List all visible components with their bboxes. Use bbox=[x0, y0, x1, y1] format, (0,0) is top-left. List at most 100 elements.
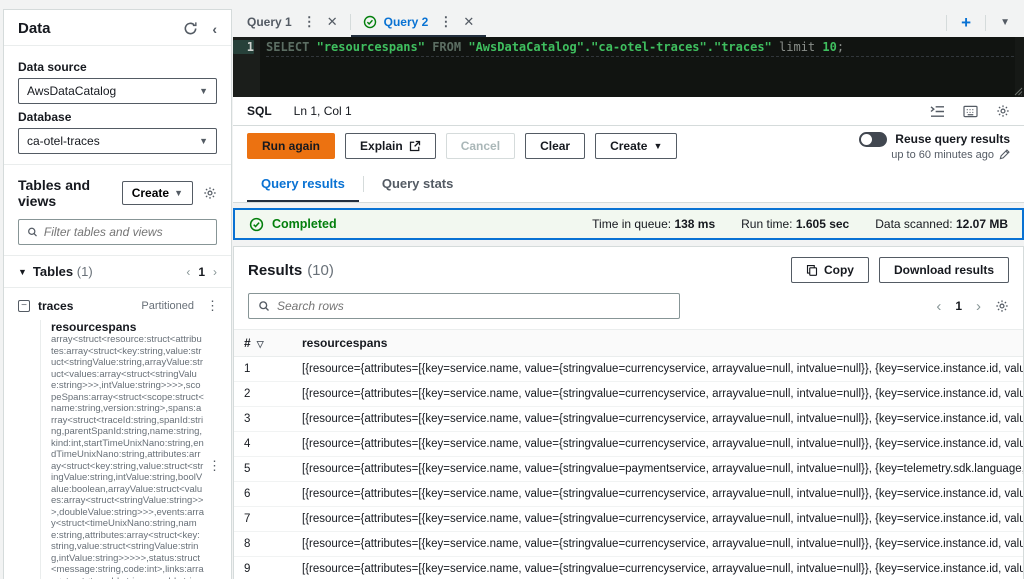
close-icon[interactable]: ✕ bbox=[327, 14, 338, 30]
clear-button[interactable]: Clear bbox=[525, 133, 586, 159]
table-row[interactable]: 2 [{resource={attributes=[{key=service.na… bbox=[234, 381, 1023, 407]
chevron-down-icon: ▼ bbox=[174, 188, 183, 198]
create-button[interactable]: Create ▼ bbox=[595, 133, 678, 159]
tab-list-dropdown-icon[interactable]: ▼ bbox=[986, 17, 1024, 28]
column-header-resourcespans[interactable]: resourcespans bbox=[292, 329, 1023, 357]
search-rows-input[interactable] bbox=[277, 299, 670, 313]
editor-settings-gear-icon[interactable] bbox=[996, 104, 1010, 118]
collapse-node-icon[interactable]: − bbox=[18, 300, 30, 312]
tables-prev-page-icon[interactable]: ‹ bbox=[186, 265, 190, 279]
editor-resize-handle[interactable] bbox=[1013, 86, 1023, 96]
refresh-icon[interactable] bbox=[183, 21, 198, 36]
check-circle-icon bbox=[363, 15, 376, 28]
table-row[interactable]: 3 [{resource={attributes=[{key=service.na… bbox=[234, 406, 1023, 432]
cancel-button[interactable]: Cancel bbox=[445, 133, 516, 159]
language-label: SQL bbox=[247, 104, 272, 118]
run-again-button[interactable]: Run again bbox=[247, 133, 336, 159]
query-actions-bar: Run again Explain Cancel Clear Create ▼ … bbox=[233, 126, 1024, 166]
query-status-banner: Completed Time in queue: 138 ms Run time… bbox=[233, 208, 1024, 240]
data-source-select[interactable]: AwsDataCatalog ▼ bbox=[18, 78, 217, 104]
results-prev-page-icon[interactable]: ‹ bbox=[936, 298, 941, 315]
table-row[interactable]: 4 [{resource={attributes=[{key=service.na… bbox=[234, 431, 1023, 457]
results-title: Results bbox=[248, 261, 303, 279]
kebab-menu-icon[interactable]: ⋮ bbox=[202, 298, 223, 314]
main-pane: Query 1 ⋮ ✕ Query 2 ⋮ ✕ + ▼ 1 SELECT "re… bbox=[233, 0, 1024, 579]
gear-icon[interactable] bbox=[203, 186, 217, 200]
cursor-position: Ln 1, Col 1 bbox=[293, 104, 352, 118]
results-next-page-icon[interactable]: › bbox=[976, 298, 981, 315]
close-icon[interactable]: ✕ bbox=[463, 14, 474, 30]
collapse-panel-icon[interactable]: ‹ bbox=[212, 21, 217, 37]
column-header-num[interactable]: # ▽ bbox=[234, 329, 292, 357]
editor-status-bar: SQL Ln 1, Col 1 bbox=[233, 97, 1024, 126]
database-label: Database bbox=[18, 110, 72, 124]
reuse-results-label: Reuse query results bbox=[895, 132, 1010, 146]
tab-query-2[interactable]: Query 2 ⋮ ✕ bbox=[350, 8, 487, 37]
table-row[interactable]: 6 [{resource={attributes=[{key=service.na… bbox=[234, 481, 1023, 507]
data-panel-title: Data bbox=[18, 20, 51, 37]
results-count: (10) bbox=[307, 261, 334, 279]
chevron-down-icon: ▼ bbox=[653, 141, 663, 151]
sort-filter-icon[interactable]: ▽ bbox=[257, 339, 264, 349]
filter-tables-input[interactable] bbox=[43, 225, 208, 239]
tab-query-results[interactable]: Query results bbox=[247, 176, 359, 202]
tables-tree: − traces Partitioned ⋮ resourcespans arr… bbox=[4, 288, 231, 579]
table-row[interactable]: 8 [{resource={attributes=[{key=service.na… bbox=[234, 531, 1023, 557]
editor-gutter: 1 bbox=[233, 37, 260, 97]
filter-tables-search[interactable] bbox=[18, 219, 217, 245]
keyboard-shortcuts-icon[interactable] bbox=[963, 105, 978, 118]
athena-query-editor: Data ‹ Data source AwsDataCatalog ▼ Data… bbox=[0, 0, 1024, 579]
results-tab-bar: Query results Query stats bbox=[233, 166, 1024, 203]
tables-section-title: Tables (1) bbox=[32, 264, 93, 279]
results-panel: Results (10) Copy Download results ‹ bbox=[233, 246, 1024, 579]
tables-and-views-title: Tables and views bbox=[18, 177, 91, 209]
external-link-icon bbox=[409, 140, 420, 152]
partitioned-badge: Partitioned bbox=[141, 300, 194, 312]
table-row[interactable]: 9 [{resource={attributes=[{key=service.na… bbox=[234, 556, 1023, 579]
data-panel: Data ‹ Data source AwsDataCatalog ▼ Data… bbox=[3, 9, 232, 579]
table-row-traces[interactable]: − traces Partitioned ⋮ bbox=[16, 294, 225, 318]
new-tab-button[interactable]: + bbox=[947, 13, 985, 33]
results-page-number: 1 bbox=[955, 299, 962, 313]
column-type: array<struct<resource:struct<attributes:… bbox=[51, 334, 204, 579]
table-row[interactable]: 1 [{resource={attributes=[{key=service.na… bbox=[234, 356, 1023, 382]
results-settings-gear-icon[interactable] bbox=[995, 299, 1009, 313]
chevron-down-icon: ▼ bbox=[199, 86, 208, 96]
reuse-results-toggle[interactable] bbox=[859, 131, 888, 147]
column-name: resourcespans bbox=[51, 320, 137, 334]
download-results-button[interactable]: Download results bbox=[878, 257, 1009, 283]
search-icon bbox=[259, 301, 269, 311]
section-expand-icon[interactable]: ▼ bbox=[18, 267, 27, 277]
create-table-button[interactable]: Create ▼ bbox=[121, 181, 193, 205]
search-rows-box[interactable] bbox=[248, 293, 680, 319]
tables-next-page-icon[interactable]: › bbox=[213, 265, 217, 279]
copy-icon bbox=[806, 264, 818, 276]
copy-button[interactable]: Copy bbox=[790, 257, 869, 283]
kebab-menu-icon[interactable]: ⋮ bbox=[435, 14, 456, 30]
kebab-menu-icon[interactable]: ⋮ bbox=[204, 458, 225, 474]
sql-editor[interactable]: 1 SELECT "resourcespans" FROM "AwsDataCa… bbox=[233, 37, 1024, 97]
reuse-duration-text: up to 60 minutes ago bbox=[891, 148, 994, 161]
table-row[interactable]: 7 [{resource={attributes=[{key=service.na… bbox=[234, 506, 1023, 532]
table-name: traces bbox=[38, 299, 74, 313]
query-tab-bar: Query 1 ⋮ ✕ Query 2 ⋮ ✕ + ▼ bbox=[233, 0, 1024, 37]
database-value: ca-otel-traces bbox=[27, 134, 100, 148]
tab-query-1[interactable]: Query 1 ⋮ ✕ bbox=[235, 8, 350, 37]
edit-pencil-icon[interactable] bbox=[999, 149, 1010, 160]
results-table: # ▽ resourcespans 1 [{resource={attributes… bbox=[234, 329, 1023, 579]
tab-query-stats[interactable]: Query stats bbox=[368, 176, 468, 202]
database-select[interactable]: ca-otel-traces ▼ bbox=[18, 128, 217, 154]
format-query-icon[interactable] bbox=[930, 105, 945, 118]
kebab-menu-icon[interactable]: ⋮ bbox=[299, 14, 320, 30]
sql-code-line: SELECT "resourcespans" FROM "AwsDataCata… bbox=[266, 40, 1024, 57]
check-circle-icon bbox=[249, 217, 264, 231]
data-source-label: Data source bbox=[18, 60, 87, 74]
chevron-down-icon: ▼ bbox=[199, 136, 208, 146]
time-in-queue: Time in queue: 138 ms bbox=[592, 217, 716, 231]
line-number: 1 bbox=[233, 40, 254, 54]
table-row[interactable]: 5 [{resource={attributes=[{key=service.na… bbox=[234, 456, 1023, 482]
data-source-value: AwsDataCatalog bbox=[27, 84, 117, 98]
explain-button[interactable]: Explain bbox=[345, 133, 436, 159]
tables-page-number: 1 bbox=[198, 264, 205, 279]
run-time: Run time: 1.605 sec bbox=[741, 217, 850, 231]
